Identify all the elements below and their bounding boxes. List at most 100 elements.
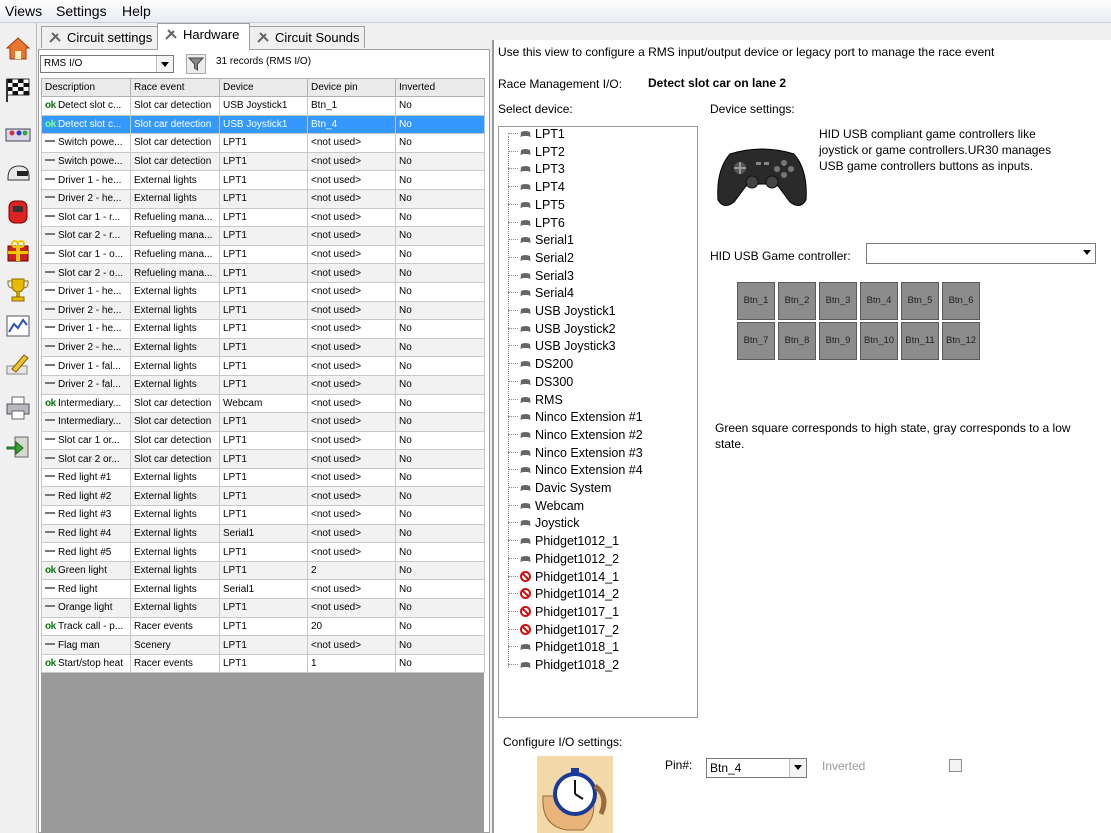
device-item[interactable]: Serial4 — [508, 285, 574, 302]
edit-pencil-icon[interactable] — [4, 350, 32, 378]
table-row[interactable]: Driver 1 - fal... External lights LPT1 <not… — [41, 356, 485, 376]
device-item-label: Phidget1012_2 — [535, 551, 620, 566]
table-row[interactable]: Slot car 1 - r... Refueling mana... LPT1 <n… — [41, 207, 485, 228]
device-item[interactable]: Phidget1014_1 — [508, 569, 619, 586]
table-row[interactable]: ok Detect slot c... Slot car detection USB… — [41, 96, 485, 116]
device-item[interactable]: Serial3 — [508, 268, 574, 285]
col-device-pin[interactable]: Device pin — [307, 78, 396, 97]
device-item[interactable]: Joystick — [508, 515, 579, 532]
device-item[interactable]: LPT3 — [508, 161, 565, 178]
table-row[interactable]: Red light #2 External lights LPT1 <not used… — [41, 486, 485, 507]
table-row[interactable]: ok Start/stop heat Racer events LPT1 1 No — [41, 653, 485, 674]
col-race-event[interactable]: Race event — [130, 78, 220, 97]
table-row[interactable]: ok Intermediary... Slot car detection Webc… — [41, 393, 485, 414]
table-row[interactable]: Slot car 2 - o... Refueling mana... LPT1 <n… — [41, 263, 485, 283]
hid-controller-select[interactable] — [866, 243, 1096, 264]
table-row[interactable]: Slot car 2 or... Slot car detection LPT1 <n… — [41, 449, 485, 469]
menu-help[interactable]: Help — [122, 3, 151, 19]
gamepad-icon — [520, 485, 531, 491]
chevron-down-icon[interactable] — [1079, 244, 1095, 263]
device-item[interactable]: DS300 — [508, 374, 573, 391]
menu-views[interactable]: Views — [5, 3, 42, 19]
table-row[interactable]: Switch powe... Slot car detection LPT1 <not… — [41, 151, 485, 172]
table-row[interactable]: Red light #5 External lights LPT1 <not used… — [41, 542, 485, 562]
table-row[interactable]: ok Green light External lights LPT1 2 No — [41, 560, 485, 581]
device-item[interactable]: USB Joystick2 — [508, 321, 616, 338]
device-item[interactable]: USB Joystick1 — [508, 303, 616, 320]
device-item-label: Phidget1014_1 — [535, 569, 620, 584]
gift-icon[interactable] — [4, 236, 32, 264]
filter-icon[interactable] — [186, 54, 206, 74]
table-row[interactable]: Flag man Scenery LPT1 <not used> No — [41, 635, 485, 655]
table-row[interactable]: Slot car 2 - r... Refueling mana... LPT1 <n… — [41, 226, 485, 246]
device-item[interactable]: Phidget1012_2 — [508, 551, 619, 568]
col-device[interactable]: Device — [219, 78, 308, 97]
device-item[interactable]: Ninco Extension #4 — [508, 462, 643, 479]
device-item[interactable]: LPT1 — [508, 126, 565, 143]
menu-settings[interactable]: Settings — [56, 3, 107, 19]
table-row[interactable]: Switch powe... Slot car detection LPT1 <not… — [41, 133, 485, 153]
device-item[interactable]: Phidget1017_2 — [508, 622, 619, 639]
home-icon[interactable] — [4, 34, 32, 62]
device-item[interactable]: Ninco Extension #1 — [508, 409, 643, 426]
table-row[interactable]: Slot car 1 - o... Refueling mana... LPT1 <n… — [41, 244, 485, 265]
table-row[interactable]: ok Detect slot c... Slot car detection USB… — [41, 114, 485, 135]
printer-icon[interactable] — [4, 394, 32, 422]
pin-select[interactable]: Btn_4 — [706, 758, 807, 778]
table-row[interactable]: ok Track call - p... Racer events LPT1 20 No — [41, 616, 485, 637]
tree-connector — [508, 398, 518, 400]
table-row[interactable]: Intermediary... Slot car detection LPT1 <no… — [41, 412, 485, 432]
table-row[interactable]: Red light #3 External lights LPT1 <not used… — [41, 505, 485, 525]
helmet-icon[interactable] — [4, 160, 32, 188]
device-item[interactable]: Phidget1012_1 — [508, 533, 619, 550]
device-item[interactable]: Phidget1014_2 — [508, 586, 619, 603]
table-row[interactable]: Driver 1 - he... External lights LPT1 <not … — [41, 281, 485, 302]
device-item[interactable]: Phidget1018_2 — [508, 657, 619, 674]
table-row[interactable]: Red light #4 External lights Serial1 <not u… — [41, 523, 485, 544]
slot-car-icon[interactable] — [4, 198, 32, 226]
table-row[interactable]: Red light #1 External lights LPT1 <not used… — [41, 467, 485, 488]
table-row[interactable]: Driver 2 - he... External lights LPT1 <not … — [41, 300, 485, 321]
device-item[interactable]: LPT2 — [508, 144, 565, 161]
table-row[interactable]: Driver 2 - he... External lights LPT1 <not … — [41, 188, 485, 209]
col-description[interactable]: Description — [41, 78, 131, 97]
checkered-flag-icon[interactable] — [4, 75, 32, 103]
device-item[interactable]: Phidget1018_1 — [508, 639, 619, 656]
trophy-icon[interactable] — [4, 276, 32, 304]
tab-circuit-sounds[interactable]: Circuit Sounds — [249, 26, 365, 48]
table-row[interactable]: Red light External lights Serial1 <not used… — [41, 579, 485, 600]
device-item[interactable]: Serial1 — [508, 232, 574, 249]
racers-icon[interactable] — [4, 120, 32, 148]
tab-circuit-settings[interactable]: Circuit settings — [41, 26, 158, 48]
table-row[interactable]: Driver 1 - he... External lights LPT1 <not … — [41, 319, 485, 339]
tab-hardware[interactable]: Hardware — [157, 23, 250, 50]
col-inverted[interactable]: Inverted — [395, 78, 485, 97]
device-item[interactable]: DS200 — [508, 356, 573, 373]
device-item[interactable]: Ninco Extension #2 — [508, 427, 643, 444]
table-row[interactable]: Orange light External lights LPT1 <not used… — [41, 598, 485, 618]
inverted-checkbox[interactable] — [949, 759, 962, 772]
device-item[interactable]: LPT6 — [508, 215, 565, 232]
cell-inverted-text: No — [399, 453, 412, 465]
chevron-down-icon[interactable] — [156, 56, 173, 72]
device-item[interactable]: LPT5 — [508, 197, 565, 214]
device-item[interactable]: Davic System — [508, 480, 611, 497]
table-row[interactable]: Slot car 1 or... Slot car detection LPT1 <n… — [41, 430, 485, 451]
device-item[interactable]: Serial2 — [508, 250, 574, 267]
cell-inverted: No — [395, 467, 485, 488]
table-row[interactable]: Driver 1 - he... External lights LPT1 <not … — [41, 170, 485, 190]
device-item[interactable]: Phidget1017_1 — [508, 604, 619, 621]
chevron-down-icon[interactable] — [789, 759, 806, 777]
exit-door-icon[interactable] — [4, 433, 32, 461]
table-row[interactable]: Driver 2 - he... External lights LPT1 <not … — [41, 337, 485, 358]
device-item[interactable]: USB Joystick3 — [508, 338, 616, 355]
statistics-chart-icon[interactable] — [4, 312, 32, 340]
table-row[interactable]: Driver 2 - fal... External lights LPT1 <not… — [41, 374, 485, 395]
device-item[interactable]: LPT4 — [508, 179, 565, 196]
event-filter-select[interactable]: RMS I/O — [40, 55, 174, 73]
device-item[interactable]: Ninco Extension #3 — [508, 445, 643, 462]
cell-description: Red light #3 — [41, 505, 131, 525]
device-item[interactable]: RMS — [508, 392, 563, 409]
device-item[interactable]: Webcam — [508, 498, 584, 515]
gamepad-icon — [520, 343, 531, 350]
